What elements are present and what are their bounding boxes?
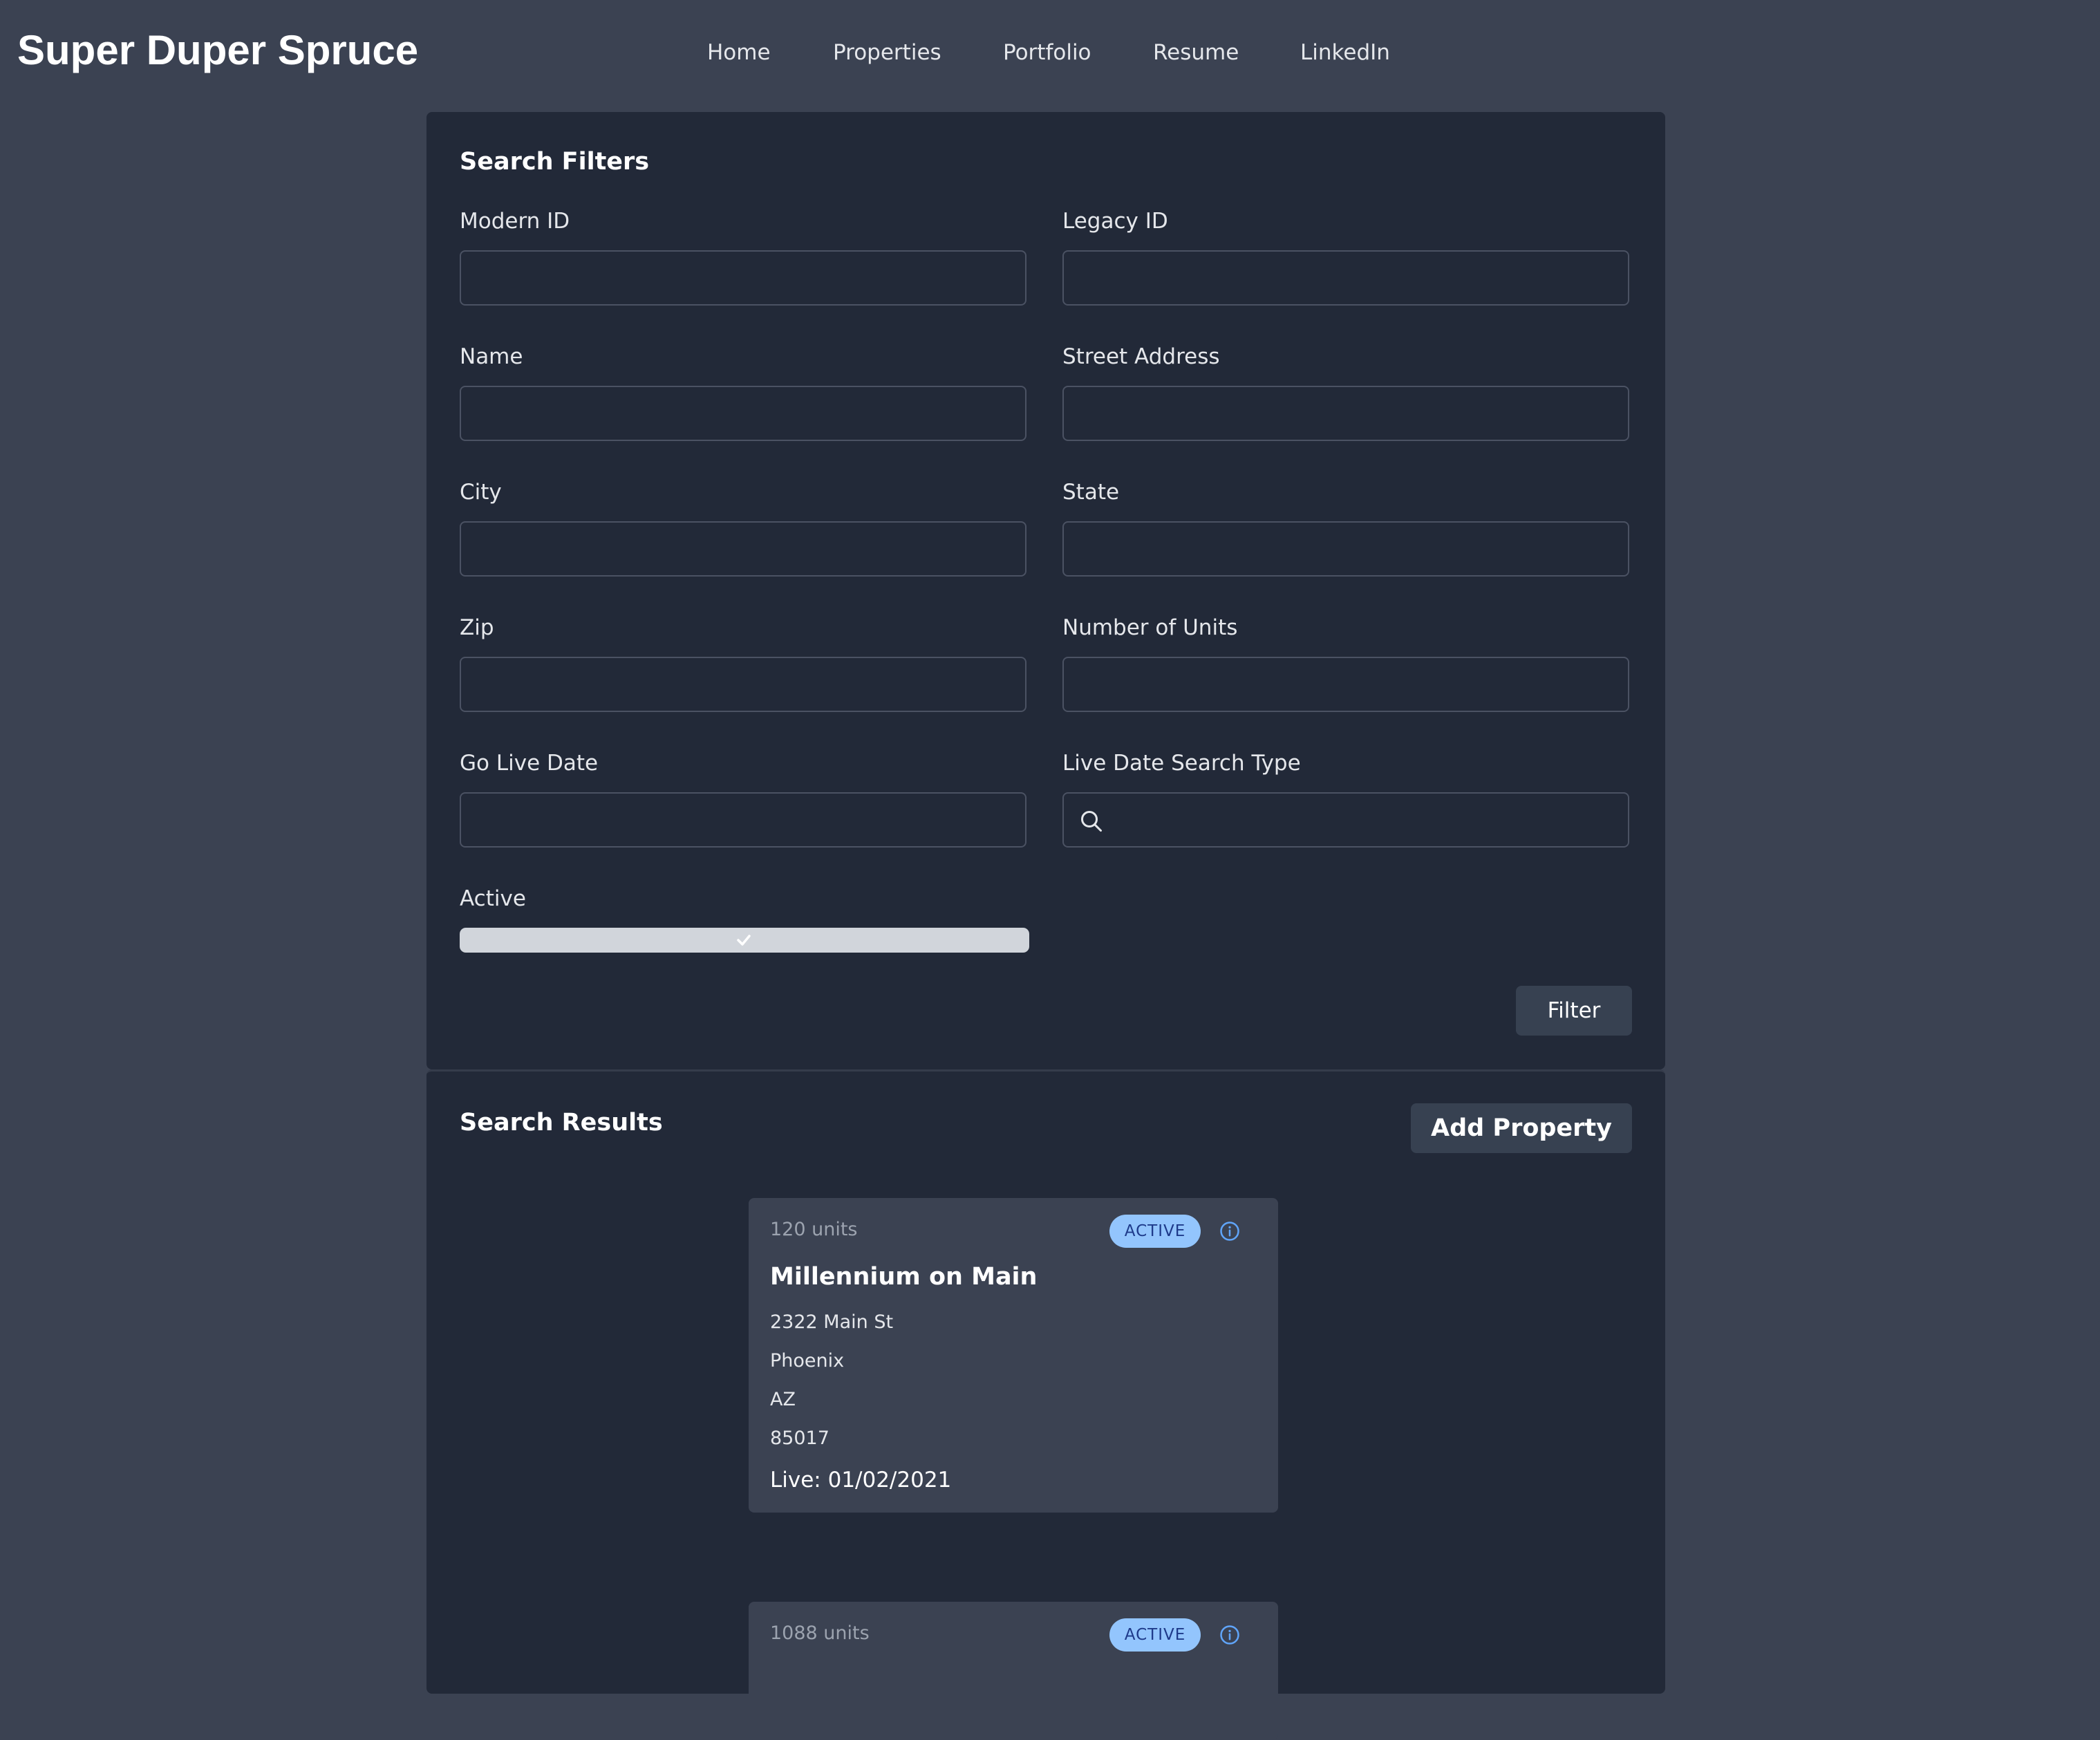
name-input[interactable] bbox=[460, 386, 1026, 441]
filter-button[interactable]: Filter bbox=[1516, 986, 1632, 1036]
live-date-search-type-label: Live Date Search Type bbox=[1062, 751, 1301, 776]
search-filters-panel: Search Filters Modern ID Legacy ID Name … bbox=[426, 112, 1665, 1069]
nav-portfolio[interactable]: Portfolio bbox=[1003, 40, 1091, 65]
number-of-units-input[interactable] bbox=[1062, 657, 1629, 712]
active-label: Active bbox=[460, 886, 526, 911]
property-name: Millennium on Main bbox=[770, 1263, 1038, 1291]
legacy-id-label: Legacy ID bbox=[1062, 209, 1168, 234]
city-input[interactable] bbox=[460, 521, 1026, 577]
zip-input[interactable] bbox=[460, 657, 1026, 712]
state-input[interactable] bbox=[1062, 521, 1629, 577]
live-date-search-type-select[interactable] bbox=[1062, 792, 1629, 848]
name-label: Name bbox=[460, 344, 523, 369]
property-card[interactable]: 1088 units ACTIVE bbox=[749, 1602, 1278, 1740]
results-title: Search Results bbox=[460, 1109, 663, 1136]
brand-title[interactable]: Super Duper Spruce bbox=[17, 26, 418, 74]
nav-properties[interactable]: Properties bbox=[833, 40, 941, 65]
legacy-id-input[interactable] bbox=[1062, 250, 1629, 306]
active-toggle[interactable] bbox=[460, 928, 1029, 953]
go-live-date-input[interactable] bbox=[460, 792, 1026, 848]
card-units: 1088 units bbox=[770, 1622, 870, 1644]
search-results-panel: Search Results Add Property 120 units AC… bbox=[426, 1069, 1665, 1740]
number-of-units-label: Number of Units bbox=[1062, 615, 1238, 640]
filters-title: Search Filters bbox=[460, 148, 650, 176]
info-icon[interactable] bbox=[1219, 1625, 1240, 1645]
property-city: Phoenix bbox=[770, 1350, 845, 1372]
state-label: State bbox=[1062, 480, 1120, 505]
property-state: AZ bbox=[770, 1389, 796, 1410]
zip-label: Zip bbox=[460, 615, 494, 640]
property-zip: 85017 bbox=[770, 1428, 829, 1449]
city-label: City bbox=[460, 480, 502, 505]
add-property-button[interactable]: Add Property bbox=[1411, 1103, 1632, 1153]
card-units: 120 units bbox=[770, 1219, 858, 1240]
street-address-label: Street Address bbox=[1062, 344, 1220, 369]
status-badge: ACTIVE bbox=[1109, 1618, 1201, 1652]
checkmark-icon bbox=[737, 935, 751, 946]
nav-resume[interactable]: Resume bbox=[1153, 40, 1239, 65]
property-card[interactable]: 120 units ACTIVE Millennium on Main 2322… bbox=[749, 1198, 1278, 1513]
nav-home[interactable]: Home bbox=[707, 40, 771, 65]
property-street: 2322 Main St bbox=[770, 1311, 894, 1333]
property-live-date: Live: 01/02/2021 bbox=[770, 1468, 952, 1493]
go-live-date-label: Go Live Date bbox=[460, 751, 599, 776]
search-icon bbox=[1081, 811, 1102, 832]
street-address-input[interactable] bbox=[1062, 386, 1629, 441]
status-badge: ACTIVE bbox=[1109, 1215, 1201, 1248]
nav-linkedin[interactable]: LinkedIn bbox=[1300, 40, 1390, 65]
modern-id-input[interactable] bbox=[460, 250, 1026, 306]
info-icon[interactable] bbox=[1219, 1221, 1240, 1242]
modern-id-label: Modern ID bbox=[460, 209, 570, 234]
